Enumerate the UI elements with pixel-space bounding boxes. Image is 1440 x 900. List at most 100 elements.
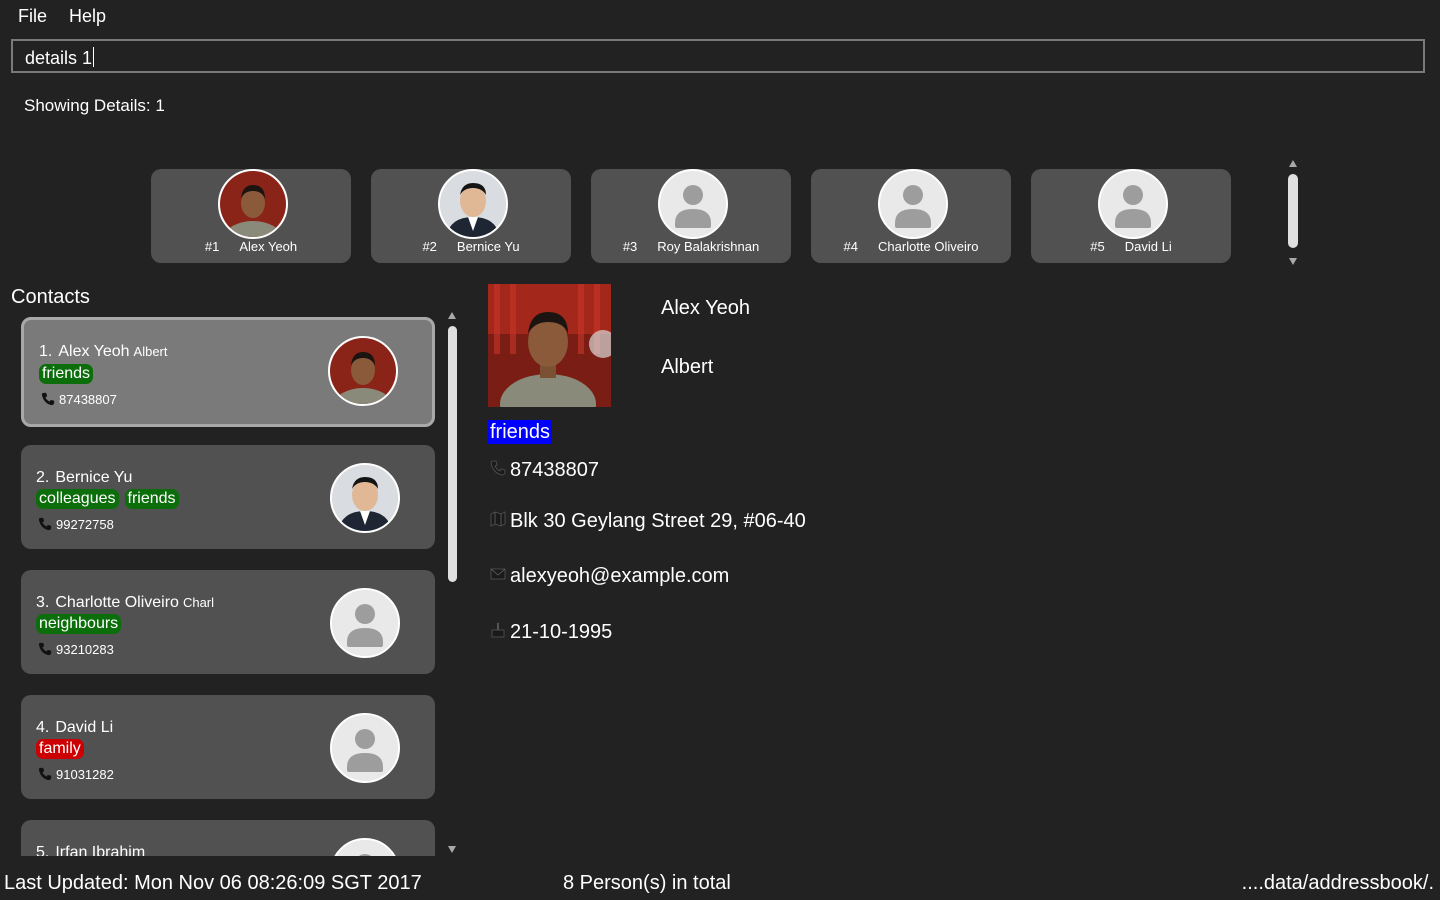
tag-friends: friends	[124, 489, 179, 509]
status-last-updated: Last Updated: Mon Nov 06 08:26:09 SGT 20…	[4, 872, 422, 894]
list-scroll-down-arrow[interactable]	[448, 846, 456, 853]
avatar	[328, 336, 398, 406]
fav-scroll-up-arrow[interactable]	[1289, 160, 1297, 167]
menu-help[interactable]: Help	[69, 6, 106, 27]
contact-name: Charlotte Oliveiro	[55, 594, 179, 611]
contact-alias: Albert	[133, 344, 168, 359]
status-bar: Last Updated: Mon Nov 06 08:26:09 SGT 20…	[0, 866, 1440, 900]
contact-phone: 93210283	[56, 642, 114, 657]
contact-index: 3.	[36, 594, 50, 611]
status-file-path: ....data/addressbook/.	[1241, 872, 1434, 894]
contact-name: David Li	[55, 719, 114, 736]
list-scrollbar-thumb[interactable]	[448, 326, 457, 582]
contact-phone-row: 99272758	[38, 517, 114, 534]
contact-index: 5.	[36, 844, 50, 856]
status-total-persons: 8 Person(s) in total	[563, 872, 731, 894]
menu-bar: File Help	[0, 0, 1440, 34]
favourite-index: #3	[622, 239, 638, 254]
tag-friends: friends	[39, 364, 94, 384]
birthday-cake-icon	[490, 621, 510, 644]
contact-title: 3. Charlotte Oliveiro Charl	[36, 594, 214, 612]
menu-file[interactable]: File	[18, 6, 47, 27]
favourite-card[interactable]: #5 David Li	[1031, 169, 1231, 263]
detail-address-row: Blk 30 Geylang Street 29, #06-40	[490, 510, 806, 533]
detail-email: alexyeoh@example.com	[510, 565, 730, 587]
detail-alias: Albert	[661, 356, 714, 378]
contact-card[interactable]: 5. Irfan Ibrahim	[21, 820, 435, 856]
detail-name: Alex Yeoh	[661, 297, 750, 319]
contact-index: 4.	[36, 719, 50, 736]
tag-colleagues: colleagues	[36, 489, 119, 509]
favourite-index: #5	[1090, 239, 1105, 254]
phone-icon	[38, 767, 56, 784]
detail-tag-friends: friends	[488, 420, 553, 444]
email-icon	[490, 565, 510, 588]
contact-card[interactable]: 1. Alex Yeoh Albert friends 87438807	[21, 317, 435, 427]
contact-alias: Charl	[182, 595, 215, 610]
favourite-index: #1	[204, 239, 220, 254]
favourite-card[interactable]: #1 Alex Yeoh	[151, 169, 351, 263]
text-caret	[93, 47, 95, 67]
favourite-label: #2 Bernice Yu	[371, 239, 571, 254]
avatar	[330, 463, 400, 533]
detail-phone: 87438807	[510, 459, 599, 481]
favourite-label: #5 David Li	[1031, 239, 1231, 254]
tag-family: family	[36, 739, 84, 759]
contact-list: 1. Alex Yeoh Albert friends 87438807 2. Bernic…	[18, 312, 438, 856]
command-input[interactable]: details 1	[25, 47, 95, 69]
avatar	[658, 169, 728, 239]
contact-phone-row: 91031282	[38, 767, 114, 784]
favourite-name: Roy Balakrishnan	[657, 239, 760, 254]
tag-neighbours: neighbours	[36, 614, 122, 634]
detail-address: Blk 30 Geylang Street 29, #06-40	[510, 510, 806, 532]
contacts-title: Contacts	[11, 286, 90, 308]
favourite-card[interactable]: #3 Roy Balakrishnan	[591, 169, 791, 263]
favourite-label: #1 Alex Yeoh	[151, 239, 351, 254]
avatar	[330, 588, 400, 658]
contact-title: 2. Bernice Yu	[36, 469, 132, 487]
phone-icon	[490, 459, 510, 482]
favourite-name: Alex Yeoh	[239, 239, 298, 254]
favourite-index: #4	[843, 239, 859, 254]
contact-tags: friends	[39, 364, 99, 384]
favourite-index: #2	[422, 239, 437, 254]
contact-phone-row: 93210283	[38, 642, 114, 659]
contact-phone: 99272758	[56, 517, 114, 532]
command-box[interactable]: details 1	[11, 39, 1425, 73]
fav-scrollbar-thumb[interactable]	[1288, 174, 1298, 248]
favourite-label: #4 Charlotte Oliveiro	[811, 239, 1011, 254]
contact-tags: colleagues friends	[36, 489, 185, 509]
detail-birthday: 21-10-1995	[510, 621, 613, 643]
phone-icon	[41, 392, 59, 409]
detail-birthday-row: 21-10-1995	[490, 621, 612, 644]
contact-phone: 91031282	[56, 767, 114, 782]
fav-scroll-down-arrow[interactable]	[1289, 258, 1297, 265]
contact-card[interactable]: 4. David Li family 91031282	[21, 695, 435, 799]
map-icon	[490, 510, 510, 533]
contact-card[interactable]: 3. Charlotte Oliveiro Charl neighbours 93210…	[21, 570, 435, 674]
avatar	[1098, 169, 1168, 239]
phone-icon	[38, 642, 56, 659]
favourite-card[interactable]: #2 Bernice Yu	[371, 169, 571, 263]
avatar	[218, 169, 288, 239]
contact-tags: family	[36, 739, 90, 759]
contact-index: 2.	[36, 469, 50, 486]
contact-card[interactable]: 2. Bernice Yu colleagues friends 99272758	[21, 445, 435, 549]
contact-title: 1. Alex Yeoh Albert	[39, 343, 168, 361]
avatar	[330, 838, 400, 856]
result-display: Showing Details: 1	[24, 96, 165, 115]
avatar	[330, 713, 400, 783]
favourite-card[interactable]: #4 Charlotte Oliveiro	[811, 169, 1011, 263]
favourite-name: Charlotte Oliveiro	[878, 239, 979, 254]
detail-phone-row: 87438807	[490, 459, 599, 482]
contact-name: Bernice Yu	[55, 469, 133, 486]
contact-name: Irfan Ibrahim	[55, 844, 146, 856]
contact-phone-row: 87438807	[41, 392, 117, 409]
contact-name: Alex Yeoh	[58, 343, 130, 360]
favourite-name: David Li	[1124, 239, 1172, 254]
list-scroll-up-arrow[interactable]	[448, 312, 456, 319]
phone-icon	[38, 517, 56, 534]
detail-email-row: alexyeoh@example.com	[490, 565, 729, 588]
favourite-label: #3 Roy Balakrishnan	[591, 239, 791, 254]
avatar	[438, 169, 508, 239]
